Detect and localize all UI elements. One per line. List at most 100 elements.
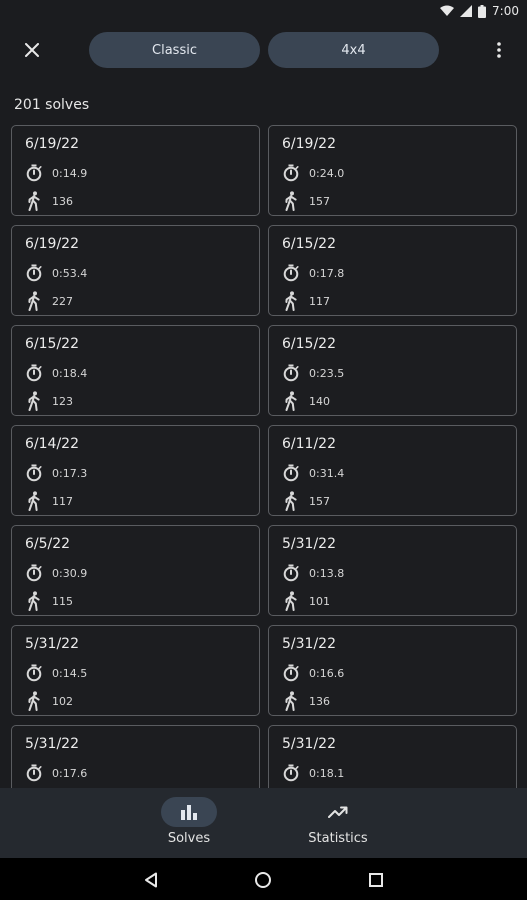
solve-date: 5/31/22 (282, 636, 336, 652)
solve-date: 6/11/22 (282, 436, 336, 452)
walking-person-icon (281, 291, 301, 311)
solve-moves-row: 115 (24, 591, 73, 611)
solve-time-row: 0:16.6 (281, 663, 344, 683)
solves-grid: 6/19/22 0:14.9 136 6/19/22 0:24.0 157 6/… (0, 125, 527, 788)
solve-time: 0:16.6 (309, 666, 345, 680)
solve-moves: 101 (309, 594, 330, 608)
solves-count: 201 solves (14, 97, 90, 113)
solve-card[interactable]: 5/31/22 0:13.8 101 (268, 525, 517, 616)
stopwatch-icon (281, 263, 301, 283)
stopwatch-icon (281, 763, 301, 783)
solve-card[interactable]: 6/14/22 0:17.3 117 (11, 425, 260, 516)
solve-moves-row: 227 (24, 291, 73, 311)
home-circle-icon (255, 872, 271, 888)
walking-person-icon (281, 591, 301, 611)
solve-moves: 140 (309, 394, 330, 408)
walking-person-icon (24, 491, 44, 511)
solve-card[interactable]: 6/5/22 0:30.9 115 (11, 525, 260, 616)
stopwatch-icon (24, 463, 44, 483)
bar-chart-icon (181, 805, 197, 820)
solve-card[interactable]: 6/19/22 0:14.9 136 (11, 125, 260, 216)
solve-time: 0:17.6 (52, 766, 88, 780)
solve-moves: 117 (309, 294, 330, 308)
clock: 7:00 (492, 4, 519, 18)
walking-person-icon (24, 391, 44, 411)
solve-card[interactable]: 6/11/22 0:31.4 157 (268, 425, 517, 516)
close-icon (25, 43, 39, 57)
recents-button[interactable] (364, 868, 388, 892)
nav-tab-statistics[interactable]: Statistics (278, 788, 398, 858)
solve-date: 6/19/22 (25, 236, 79, 252)
solve-time-row: 0:17.6 (24, 763, 87, 783)
bottom-navigation: Solves Statistics (0, 788, 527, 858)
back-triangle-icon (145, 872, 157, 888)
solve-moves: 157 (309, 194, 330, 208)
solve-card[interactable]: 6/15/22 0:23.5 140 (268, 325, 517, 416)
walking-person-icon (24, 691, 44, 711)
nav-tab-solves[interactable]: Solves (129, 788, 249, 858)
stopwatch-icon (24, 563, 44, 583)
stopwatch-icon (281, 363, 301, 383)
recents-square-icon (369, 873, 383, 887)
solve-time-row: 0:30.9 (24, 563, 87, 583)
walking-person-icon (24, 191, 44, 211)
solve-moves: 157 (309, 494, 330, 508)
solve-time-row: 0:23.5 (281, 363, 344, 383)
solve-date: 6/5/22 (25, 536, 71, 552)
system-navigation-bar (0, 858, 527, 900)
status-bar: 7:00 (0, 0, 527, 22)
solve-time: 0:17.8 (309, 266, 345, 280)
solve-date: 5/31/22 (282, 536, 336, 552)
solve-date: 6/19/22 (282, 136, 336, 152)
solve-moves-row: 101 (281, 591, 330, 611)
solve-time: 0:14.9 (52, 166, 88, 180)
stopwatch-icon (281, 463, 301, 483)
solve-time: 0:23.5 (309, 366, 345, 380)
solve-card[interactable]: 6/19/22 0:53.4 227 (11, 225, 260, 316)
signal-icon (460, 5, 473, 17)
solve-moves: 117 (52, 494, 73, 508)
solve-moves: 136 (309, 694, 330, 708)
walking-person-icon (281, 691, 301, 711)
solve-time-row: 0:13.8 (281, 563, 344, 583)
solve-moves-row: 117 (24, 491, 73, 511)
more-options-button[interactable] (483, 34, 515, 66)
mode-chip[interactable]: Classic (89, 32, 260, 68)
size-chip[interactable]: 4x4 (268, 32, 439, 68)
solve-time: 0:18.1 (309, 766, 345, 780)
solve-card[interactable]: 6/19/22 0:24.0 157 (268, 125, 517, 216)
solve-card[interactable]: 5/31/22 0:18.1 (268, 725, 517, 788)
solve-time: 0:31.4 (309, 466, 345, 480)
solve-moves: 115 (52, 594, 73, 608)
solve-card[interactable]: 6/15/22 0:18.4 123 (11, 325, 260, 416)
stopwatch-icon (24, 163, 44, 183)
more-vert-icon (497, 42, 501, 58)
solve-moves-row: 117 (281, 291, 330, 311)
solve-time-row: 0:18.1 (281, 763, 344, 783)
solve-moves-row: 157 (281, 491, 330, 511)
walking-person-icon (281, 391, 301, 411)
solve-card[interactable]: 5/31/22 0:17.6 (11, 725, 260, 788)
battery-icon (478, 4, 487, 18)
back-button[interactable] (139, 868, 163, 892)
stopwatch-icon (24, 263, 44, 283)
solve-time-row: 0:17.3 (24, 463, 87, 483)
solves-list[interactable]: 6/19/22 0:14.9 136 6/19/22 0:24.0 157 6/… (0, 125, 527, 788)
stopwatch-icon (281, 163, 301, 183)
solve-card[interactable]: 5/31/22 0:14.5 102 (11, 625, 260, 716)
solve-time: 0:14.5 (52, 666, 88, 680)
nav-active-indicator (161, 797, 217, 827)
solve-moves-row: 136 (281, 691, 330, 711)
stopwatch-icon (281, 563, 301, 583)
walking-person-icon (281, 191, 301, 211)
close-button[interactable] (16, 34, 48, 66)
stopwatch-icon (24, 663, 44, 683)
walking-person-icon (24, 591, 44, 611)
home-button[interactable] (251, 868, 275, 892)
solve-time-row: 0:53.4 (24, 263, 87, 283)
solve-card[interactable]: 6/15/22 0:17.8 117 (268, 225, 517, 316)
trending-up-icon (328, 806, 348, 818)
solve-card[interactable]: 5/31/22 0:16.6 136 (268, 625, 517, 716)
solve-time-row: 0:14.9 (24, 163, 87, 183)
solve-moves: 102 (52, 694, 73, 708)
